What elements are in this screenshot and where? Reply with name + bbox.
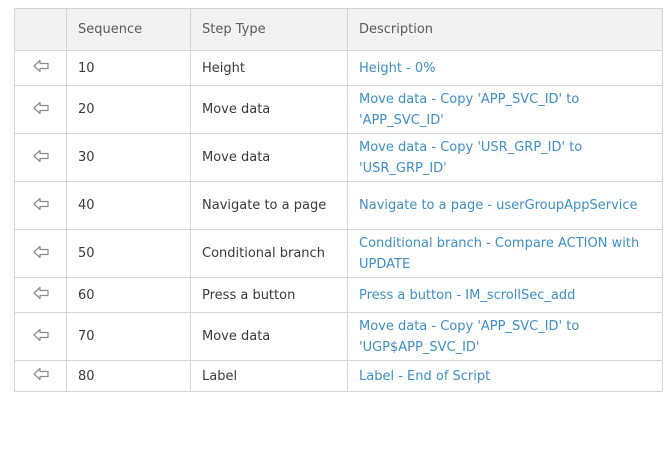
step-type-cell: Navigate to a page — [190, 181, 348, 230]
sequence-cell: 50 — [66, 229, 191, 278]
left-arrow-icon[interactable] — [32, 328, 49, 342]
script-steps-table: Sequence Step Type Description 10 Height… — [14, 8, 663, 392]
sequence-cell: 70 — [66, 312, 191, 361]
step-type-cell: Move data — [190, 312, 348, 361]
step-type-cell: Press a button — [190, 277, 348, 313]
sequence-cell: 60 — [66, 277, 191, 313]
left-arrow-icon[interactable] — [32, 367, 49, 381]
description-link[interactable]: Navigate to a page - userGroupAppService — [359, 198, 638, 213]
left-arrow-icon[interactable] — [32, 59, 49, 73]
left-arrow-icon[interactable] — [32, 101, 49, 115]
sequence-cell: 40 — [66, 181, 191, 230]
table-row: 60 Press a button Press a button - IM_sc… — [14, 277, 663, 313]
header-row: Sequence Step Type Description — [14, 8, 663, 51]
table-row: 10 Height Height - 0% — [14, 50, 663, 86]
table-row: 50 Conditional branch Conditional branch… — [14, 229, 663, 278]
table-row: 80 Label Label - End of Script — [14, 360, 663, 392]
description-link[interactable]: Move data - Copy 'APP_SVC_ID' to 'UGP$AP… — [359, 319, 579, 355]
header-description[interactable]: Description — [347, 8, 663, 51]
description-link[interactable]: Height - 0% — [359, 61, 436, 76]
description-link[interactable]: Conditional branch - Compare ACTION with… — [359, 236, 639, 272]
sequence-cell: 80 — [66, 360, 191, 392]
left-arrow-icon[interactable] — [32, 286, 49, 300]
sequence-cell: 20 — [66, 85, 191, 134]
step-type-cell: Height — [190, 50, 348, 86]
step-type-cell: Move data — [190, 133, 348, 182]
sequence-cell: 30 — [66, 133, 191, 182]
description-link[interactable]: Move data - Copy 'USR_GRP_ID' to 'USR_GR… — [359, 140, 582, 176]
left-arrow-icon[interactable] — [32, 245, 49, 259]
description-link[interactable]: Label - End of Script — [359, 369, 490, 384]
description-link[interactable]: Press a button - IM_scrollSec_add — [359, 288, 575, 303]
header-sequence[interactable]: Sequence — [66, 8, 191, 51]
step-type-cell: Label — [190, 360, 348, 392]
step-type-cell: Conditional branch — [190, 229, 348, 278]
table-row: 20 Move data Move data - Copy 'APP_SVC_I… — [14, 85, 663, 134]
left-arrow-icon[interactable] — [32, 197, 49, 211]
description-link[interactable]: Move data - Copy 'APP_SVC_ID' to 'APP_SV… — [359, 92, 579, 128]
table-row: 40 Navigate to a page Navigate to a page… — [14, 181, 663, 230]
table-row: 70 Move data Move data - Copy 'APP_SVC_I… — [14, 312, 663, 361]
step-type-cell: Move data — [190, 85, 348, 134]
header-step-type[interactable]: Step Type — [190, 8, 348, 51]
table-row: 30 Move data Move data - Copy 'USR_GRP_I… — [14, 133, 663, 182]
sequence-cell: 10 — [66, 50, 191, 86]
left-arrow-icon[interactable] — [32, 149, 49, 163]
header-action — [14, 8, 67, 51]
